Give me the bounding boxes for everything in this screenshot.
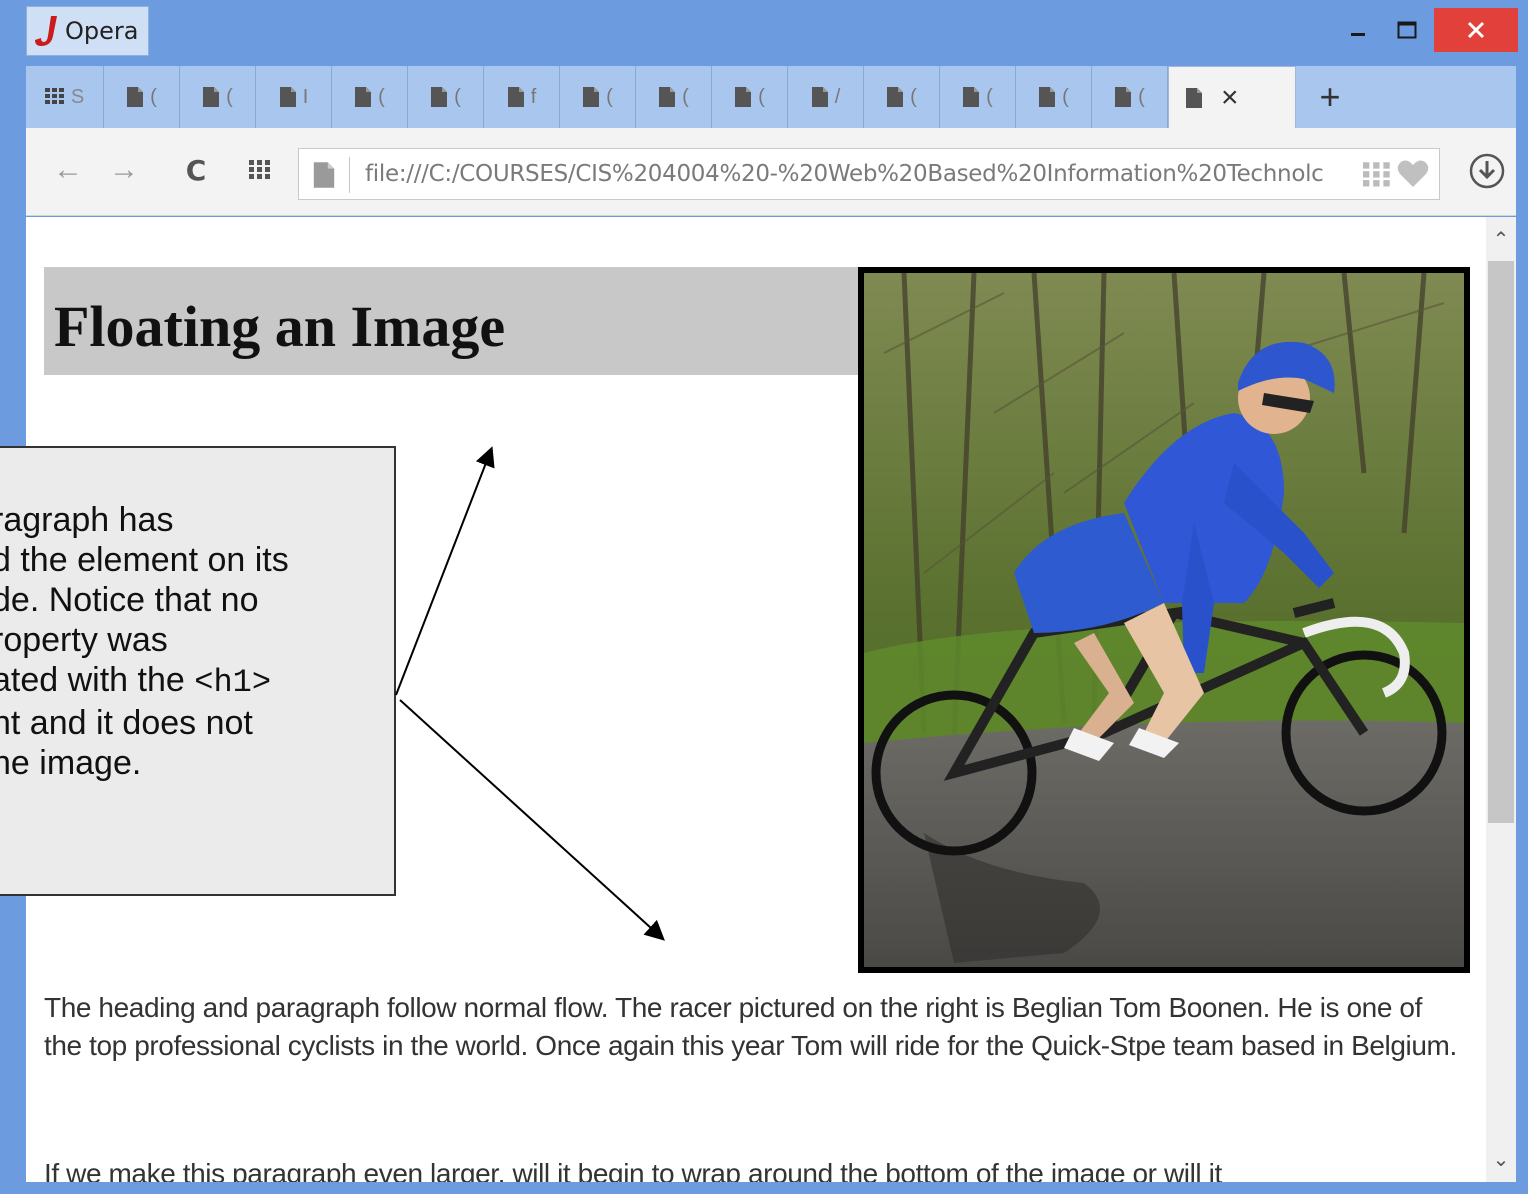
tab-page[interactable]: I [256,66,332,128]
tab-page[interactable]: ( [864,66,940,128]
reload-button[interactable]: C [176,150,216,190]
scroll-thumb[interactable] [1488,261,1514,823]
page-icon [887,87,904,107]
opera-menu-button[interactable]: Opera [26,6,150,56]
tab-label: ( [1062,85,1069,108]
callout-text: ragraph has d the element on its de. Not… [0,500,372,783]
page-title: Floating an Image [54,294,506,359]
url-text[interactable]: file:///C:/COURSES/CIS%204004%20-%20Web%… [365,149,1365,199]
tab-label: ( [682,85,689,108]
close-icon [1467,21,1485,39]
page-icon [659,87,676,107]
tab-speed-dial[interactable]: S [26,66,104,128]
callout-code: <h1> [194,664,272,701]
back-button[interactable]: ← [50,150,86,190]
page-icon [583,87,600,107]
tab-page[interactable]: ( [180,66,256,128]
page-icon [811,87,828,107]
tab-strip: S ( ( I ( ( f (((/ ((((× + [26,66,1516,128]
tab-page[interactable]: ( [1092,66,1168,128]
tab-label: ( [986,85,993,108]
paragraph-1: The heading and paragraph follow normal … [44,992,1457,1061]
address-bar[interactable]: file:///C:/COURSES/CIS%204004%20-%20Web%… [298,148,1440,200]
page-icon [355,87,372,107]
opera-logo-icon [35,16,57,46]
minimize-icon [1351,33,1365,36]
cyclist-photo [858,267,1470,973]
tab-page[interactable]: f [484,66,560,128]
navigation-bar: ← → C file:///C:/COURSES/CIS%204004%20-%… [26,128,1516,216]
tab-label: ( [454,85,461,108]
scroll-down-icon[interactable]: ⌄ [1486,1147,1516,1177]
download-icon[interactable] [1468,152,1506,190]
annotation-callout: ragraph has d the element on its de. Not… [0,446,396,896]
page-icon [507,87,524,107]
paragraph-2: If we make this paragraph even larger, w… [44,1158,1222,1182]
tab-label: I [302,85,309,108]
page-icon [1186,87,1202,108]
tab-page[interactable]: ( [1016,66,1092,128]
page-icon [963,87,980,107]
tab-page[interactable]: ( [636,66,712,128]
tab-label: f [530,85,537,108]
tab-label: ( [378,85,385,108]
heart-icon[interactable] [1397,159,1429,189]
callout-line: ated with the <h1> [0,660,372,703]
tab-label: ( [226,85,233,108]
tab-page[interactable]: / [788,66,864,128]
close-tab-button[interactable]: × [1221,81,1239,115]
tab-page[interactable]: ( [712,66,788,128]
tab-label: S [70,85,85,108]
tab-page[interactable]: ( [104,66,180,128]
page-icon [279,87,296,107]
forward-button[interactable]: → [106,150,142,190]
tab-label: ( [150,85,157,108]
cyclist-image [864,273,1464,967]
tab-label: ( [606,85,613,108]
scroll-up-icon[interactable]: ⌃ [1486,227,1516,257]
tab-page[interactable]: ( [940,66,1016,128]
maximize-icon [1397,21,1417,39]
app-name: Opera [65,17,139,45]
tab-label: ( [758,85,765,108]
callout-line: nt and it does not [0,704,253,742]
callout-line: he image. [0,744,142,782]
tab-label: / [834,85,841,108]
callout-text-part: ated with the [0,661,195,699]
tab-page[interactable]: ( [332,66,408,128]
callout-line: roperty was [0,621,168,659]
title-bar: Opera [0,0,1528,64]
add-to-speed-dial-icon[interactable] [1363,161,1391,189]
tab-label: ( [910,85,917,108]
callout-line: ragraph has [0,501,174,539]
tab-label: ( [1138,85,1145,108]
minimize-button[interactable] [1338,8,1378,52]
speed-dial-button[interactable] [240,150,280,190]
speed-dial-icon [249,160,270,179]
tab-page[interactable]: ( [408,66,484,128]
page-icon [1039,87,1056,107]
page-icon [127,87,144,107]
vertical-scrollbar[interactable]: ⌃ ⌄ [1486,217,1516,1182]
page-icon [313,162,335,188]
speed-dial-icon [44,88,64,104]
close-window-button[interactable] [1434,8,1518,52]
callout-line: d the element on its [0,541,289,579]
page-icon [735,87,752,107]
new-tab-button[interactable]: + [1308,72,1352,122]
url-separator [349,157,350,193]
tab-active[interactable]: × [1168,66,1296,128]
page-icon [431,87,448,107]
maximize-button[interactable] [1384,8,1430,52]
tab-page[interactable]: ( [560,66,636,128]
page-icon [1115,87,1132,107]
callout-line: de. Notice that no [0,581,259,619]
page-icon [203,87,220,107]
browser-window: Opera S ( ( I ((f (((/ ((((× + … [0,0,1528,1194]
